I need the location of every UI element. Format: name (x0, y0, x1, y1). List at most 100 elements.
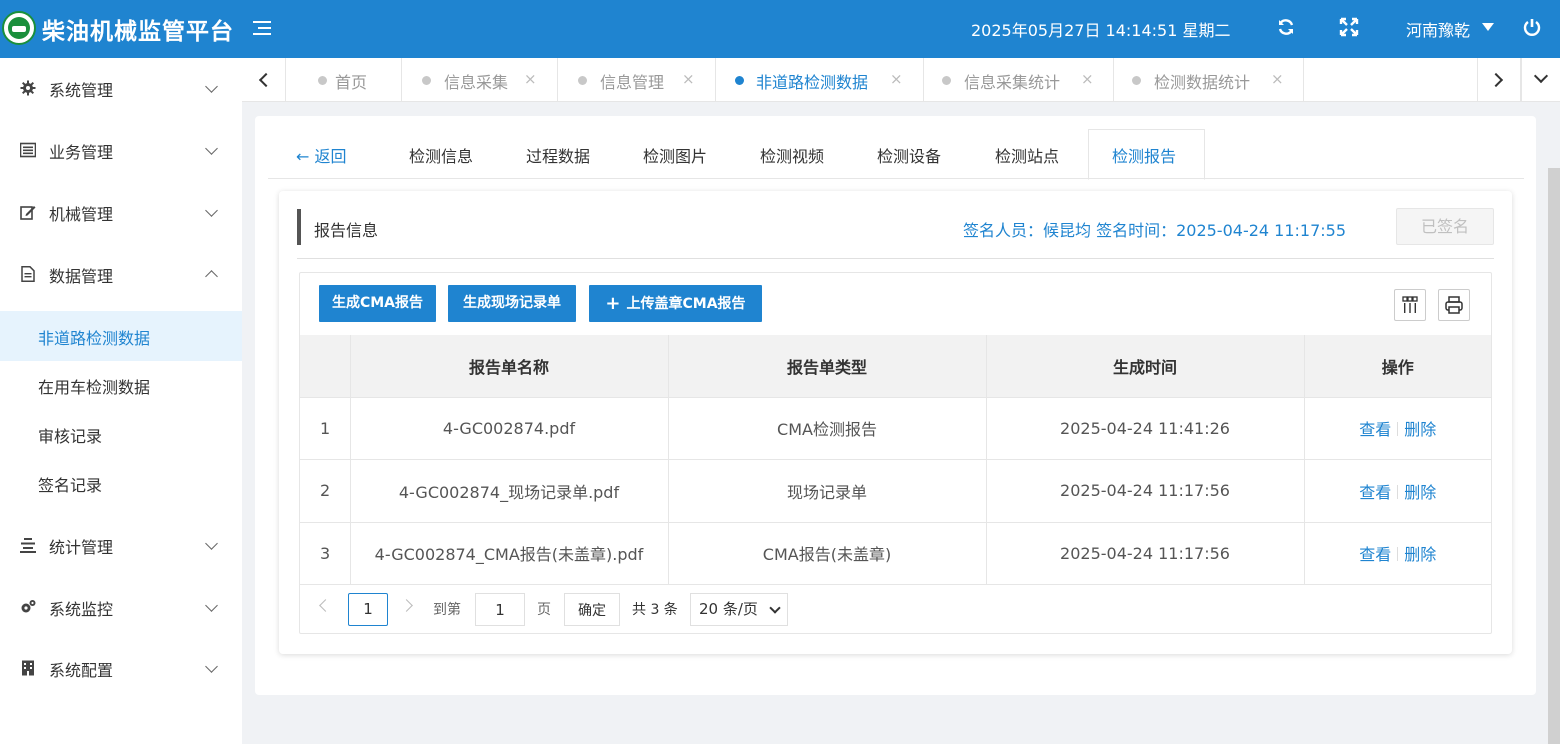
user-name[interactable]: 河南豫乾 (1406, 17, 1470, 41)
tab-info-management[interactable]: 信息管理 × (558, 58, 716, 102)
actions-cell: 查看 删除 (1304, 459, 1491, 523)
tab-home[interactable]: 首页 (286, 58, 402, 102)
power-icon[interactable] (1521, 17, 1543, 39)
actions-cell: 查看 删除 (1304, 397, 1491, 460)
upload-stamped-cma-button[interactable]: + 上传盖章CMA报告 (589, 285, 762, 322)
report-table: 报告单名称 报告单类型 生成时间 操作 1 4-GC002874.pdf CMA… (300, 335, 1491, 585)
gears-icon (21, 600, 36, 613)
sidebar: 系统管理 业务管理 机械管理 数据管理 非道路检测数据 在用车检测数据 审核记录… (0, 58, 242, 744)
sidebar-item-audit-records[interactable]: 审核记录 (0, 409, 242, 459)
signed-button: 已签名 (1396, 208, 1494, 245)
menu-business-management[interactable]: 业务管理 (0, 120, 242, 180)
close-icon[interactable]: × (682, 70, 695, 88)
menu-machinery-management[interactable]: 机械管理 (0, 182, 242, 242)
tab-nonroad-data[interactable]: 非道路检测数据 × (716, 58, 924, 102)
menu-statistics-management[interactable]: 统计管理 (0, 515, 242, 575)
report-time-cell: 2025-04-24 11:17:56 (986, 459, 1305, 523)
page-size-select[interactable]: 20 条/页 (690, 593, 788, 626)
view-link[interactable]: 查看 (1359, 420, 1391, 439)
close-icon[interactable]: × (1271, 70, 1284, 88)
upload-button-label: 上传盖章CMA报告 (626, 296, 746, 312)
sidebar-item-nonroad-data[interactable]: 非道路检测数据 (0, 311, 242, 361)
tab-status-dot (942, 76, 951, 85)
back-link[interactable]: ← 返回 (296, 143, 347, 167)
column-header-time[interactable]: 生成时间 (986, 335, 1305, 398)
menu-label: 统计管理 (49, 538, 114, 557)
close-icon[interactable]: × (1081, 70, 1094, 88)
close-icon[interactable]: × (890, 70, 903, 88)
tab-status-dot (318, 76, 327, 85)
chevron-down-icon (205, 142, 218, 155)
total-count: 共 3 条 (632, 602, 678, 618)
column-header-name[interactable]: 报告单名称 (350, 335, 669, 398)
column-toggle-button[interactable] (1394, 289, 1426, 321)
report-type-cell: CMA检测报告 (668, 397, 987, 460)
tab-inspection-data-stats[interactable]: 检测数据统计 × (1114, 58, 1304, 102)
menu-system-management[interactable]: 系统管理 (0, 58, 242, 118)
column-header-type[interactable]: 报告单类型 (668, 335, 987, 398)
sidebar-item-inuse-vehicle-data[interactable]: 在用车检测数据 (0, 360, 242, 410)
row-index: 1 (300, 397, 351, 460)
delete-link[interactable]: 删除 (1404, 420, 1436, 439)
menu-system-configuration[interactable]: 系统配置 (0, 638, 242, 698)
report-type-cell: 现场记录单 (668, 459, 987, 523)
printer-icon (1445, 296, 1463, 314)
tab-label: 信息管理 (600, 73, 665, 92)
tab-inspection-report[interactable]: 检测报告 (1112, 143, 1176, 167)
chevron-down-icon (769, 602, 781, 614)
tabs-scroll-right-button[interactable] (1477, 58, 1521, 102)
section-accent-bar (297, 209, 301, 245)
menu-system-monitoring[interactable]: 系统监控 (0, 577, 242, 637)
tab-status-dot (1132, 76, 1141, 85)
generate-site-record-button[interactable]: 生成现场记录单 (448, 285, 576, 322)
action-separator (1397, 484, 1399, 499)
delete-link[interactable]: 删除 (1404, 483, 1436, 502)
print-button[interactable] (1438, 289, 1470, 321)
goto-confirm-button[interactable]: 确定 (564, 593, 620, 626)
tab-label: 信息采集 (444, 73, 509, 92)
list-icon (20, 142, 36, 158)
grid-columns-icon (1402, 296, 1418, 313)
report-time-cell: 2025-04-24 11:17:56 (986, 522, 1305, 585)
tab-info-collection-stats[interactable]: 信息采集统计 × (924, 58, 1114, 102)
chevron-down-icon (205, 599, 218, 612)
delete-link[interactable]: 删除 (1404, 545, 1436, 564)
tab-status-dot (578, 76, 587, 85)
menu-label: 业务管理 (49, 143, 114, 162)
tab-info-collection[interactable]: 信息采集 × (402, 58, 558, 102)
fullscreen-icon[interactable] (1338, 17, 1360, 39)
goto-page-input[interactable] (475, 593, 525, 626)
menu-label: 系统管理 (49, 81, 114, 100)
sidebar-item-label: 审核记录 (38, 427, 103, 446)
generate-cma-report-button[interactable]: 生成CMA报告 (319, 285, 436, 322)
plus-icon: + (605, 293, 621, 314)
tab-inspection-images[interactable]: 检测图片 (643, 143, 707, 167)
user-dropdown-caret-icon[interactable] (1482, 23, 1494, 31)
menu-data-management[interactable]: 数据管理 (0, 244, 242, 304)
chevron-right-icon (1488, 72, 1504, 88)
signer-info: 签名人员：候昆均 签名时间：2025-04-24 11:17:55 (963, 221, 1347, 240)
chevron-down-icon (205, 537, 218, 550)
tab-inspection-station[interactable]: 检测站点 (995, 143, 1059, 167)
tabs-menu-button[interactable] (1521, 58, 1560, 102)
building-icon (22, 660, 34, 676)
header-datetime: 2025年05月27日 14:14:51 星期二 (971, 21, 1231, 40)
tab-process-data[interactable]: 过程数据 (526, 143, 590, 167)
current-page[interactable]: 1 (348, 593, 388, 626)
view-link[interactable]: 查看 (1359, 483, 1391, 502)
tab-inspection-info[interactable]: 检测信息 (409, 143, 473, 167)
refresh-icon[interactable] (1275, 17, 1297, 39)
menu-toggle-icon[interactable] (252, 18, 272, 38)
tab-label: 非道路检测数据 (756, 73, 869, 92)
close-icon[interactable]: × (524, 70, 537, 88)
view-link[interactable]: 查看 (1359, 545, 1391, 564)
top-header: 柴油机械监管平台 2025年05月27日 14:14:51 星期二 河南豫乾 (0, 0, 1560, 58)
menu-label: 系统配置 (49, 661, 114, 680)
page-size-value: 20 条/页 (699, 600, 758, 618)
sidebar-item-signature-records[interactable]: 签名记录 (0, 458, 242, 508)
tab-inspection-video[interactable]: 检测视频 (760, 143, 824, 167)
tabs-scroll-left-button[interactable] (242, 58, 286, 102)
table-row: 3 4-GC002874_CMA报告(未盖章).pdf CMA报告(未盖章) 2… (300, 522, 1491, 585)
tab-inspection-equipment[interactable]: 检测设备 (877, 143, 941, 167)
page-scrollbar[interactable] (1548, 168, 1560, 744)
